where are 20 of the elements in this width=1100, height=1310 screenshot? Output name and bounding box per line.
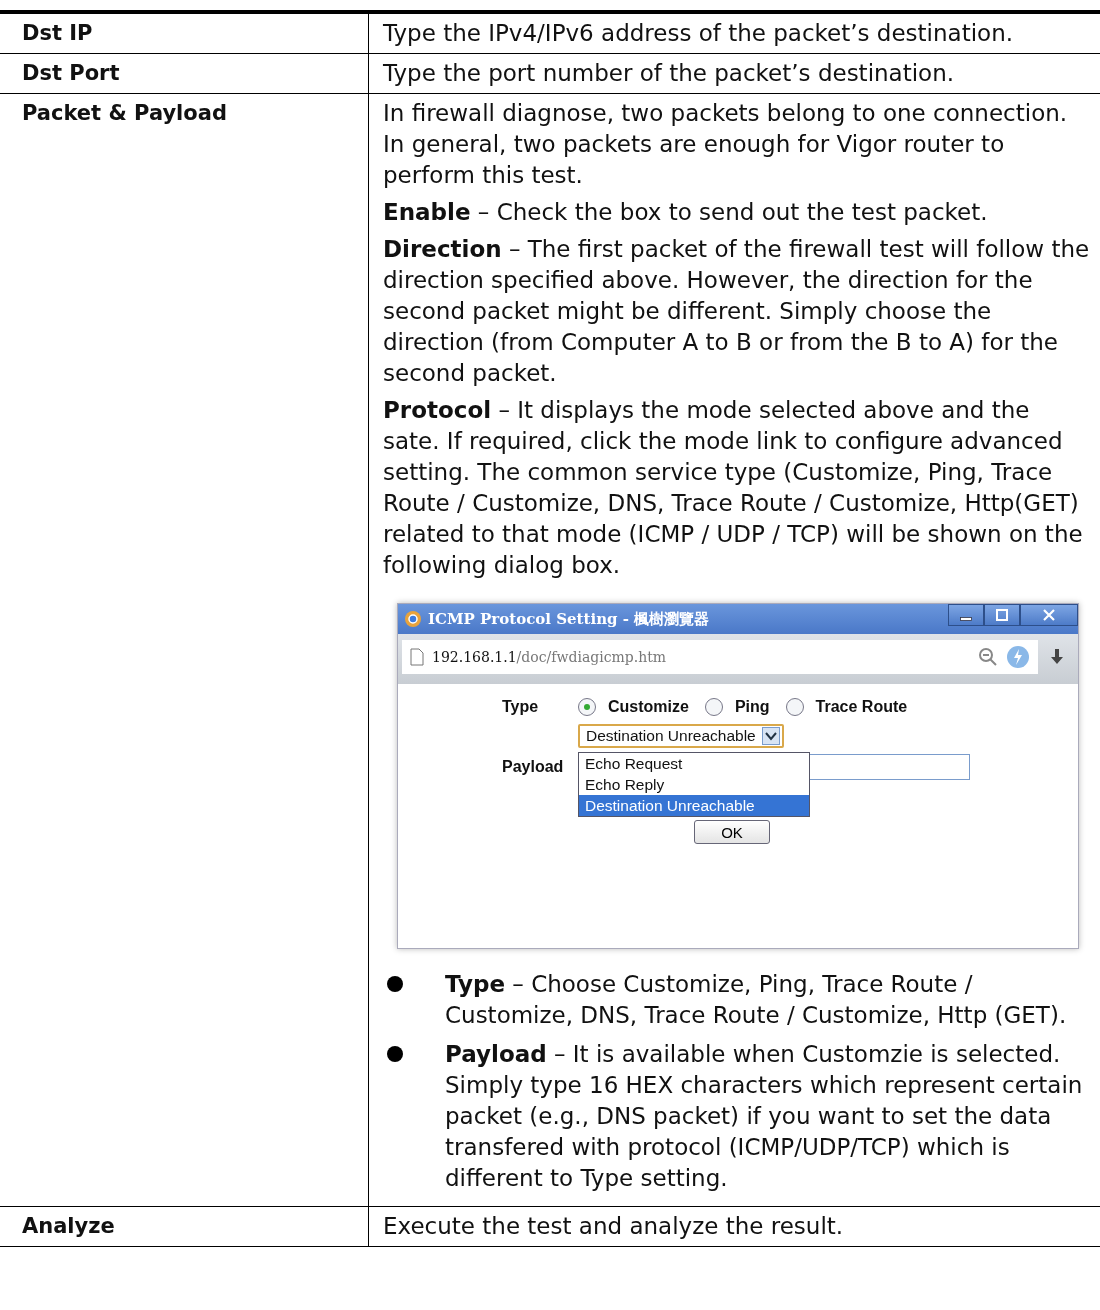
description-text: Protocol – It displays the mode selected above and the sate. If required, click the mode link to configure advanced setting. The common service type (Customize, Ping, Trace Route / Customize, DNS, Trace Route / Customize, Http(GET) related to that mode (ICMP / UDP / TCP) will be shown on the following dialog box.: [383, 396, 1084, 580]
url-text: 192.168.1.1/doc/fwdiagicmp.htm: [432, 649, 667, 665]
field-label: Payload: [502, 758, 565, 776]
radio-label: Trace Route: [815, 698, 908, 716]
description-text: Direction – The first packet of the firewall test will follow the direction specified above. However, the direction for the second packet might be different. Simply choose the direction (from Computer A to B or from the B to A) for the second packet.: [383, 235, 1091, 388]
description-text: Type the IPv4/IPv6 address of the packet’s destination.: [383, 19, 1015, 48]
parameter-name: Analyze: [0, 1206, 369, 1247]
description-text: Type the port number of the packet’s destination.: [383, 59, 956, 88]
description-text: Enable – Check the box to send out the test packet.: [383, 198, 989, 227]
parameter-name: Dst IP: [0, 12, 369, 54]
parameter-name: Packet & Payload: [0, 93, 369, 1207]
description-text: Execute the test and analyze the result.: [383, 1212, 845, 1241]
field-label: Type: [502, 698, 540, 716]
radio-label: Customize: [608, 698, 689, 716]
parameter-name: Dst Port: [0, 53, 369, 94]
window-title: ICMP Protocol Setting - 楓樹瀏覽器: [428, 609, 711, 629]
bullet-text: Type – Choose Customize, Ping, Trace Route / Customize, DNS, Trace Route / Customize, Http (GET).: [445, 970, 1068, 1030]
radio-label: Ping: [734, 698, 770, 716]
bullet-text: Payload – It is available when Customzie is selected. Simply type 16 HEX characters which represent certain packet (e.g., DNS packet) if you want to set the data transfered with protocol (ICMP/UDP/TCP) which is different to Type setting.: [445, 1040, 1084, 1193]
description-text: In firewall diagnose, two packets belong to one connection. In general, two packets are enough for Vigor router to perform this test.: [383, 99, 1069, 190]
